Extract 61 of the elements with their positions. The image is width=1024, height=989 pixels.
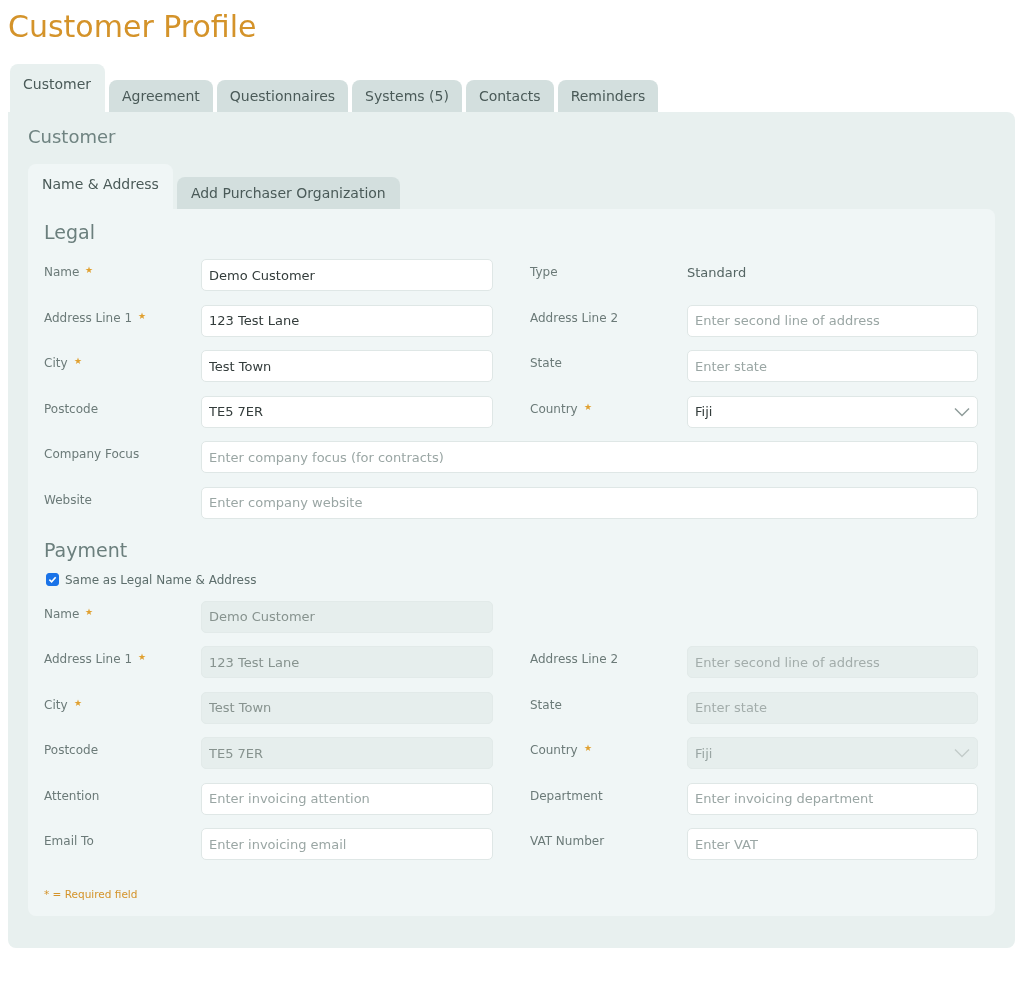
page-title: Customer Profile <box>8 8 258 46</box>
sub-tab[interactable]: Add Purchaser Organization <box>176 177 400 209</box>
field-label: Website <box>44 492 92 507</box>
tab[interactable]: Agreement <box>109 80 213 112</box>
required-star-icon <box>583 744 592 752</box>
required-star-icon <box>138 311 147 320</box>
text-field[interactable]: Enter VAT <box>687 828 978 860</box>
field-label: Name <box>44 265 80 279</box>
field-label: City <box>44 356 68 370</box>
field-label: Address Line 1 <box>44 310 133 325</box>
text-field[interactable]: Enter invoicing attention <box>201 782 493 815</box>
chevron-down-icon <box>954 748 970 758</box>
field-value: Standard <box>687 264 747 280</box>
tab[interactable]: Questionnaires <box>216 80 349 112</box>
text-field[interactable]: Demo Customer <box>201 259 493 291</box>
field-label: Address Line 2 <box>530 652 619 666</box>
country-select[interactable]: Fiji <box>687 395 978 428</box>
field-label: Postcode <box>44 401 99 416</box>
field-label: Company Focus <box>44 447 140 461</box>
chevron-down-icon <box>954 406 970 417</box>
checkbox-label: Same as Legal Name & Address <box>65 572 257 587</box>
checkmark-icon <box>48 575 57 584</box>
required-star-icon <box>85 266 94 274</box>
section-title: Payment <box>44 538 129 561</box>
required-star-icon <box>85 607 94 616</box>
text-field[interactable]: Enter second line of address <box>687 304 978 337</box>
text-field[interactable]: Enter invoicing email <box>201 828 493 860</box>
required-star-icon <box>73 698 82 707</box>
section-title: Legal <box>44 221 96 243</box>
required-star-icon <box>583 402 592 411</box>
checkbox[interactable] <box>46 573 59 586</box>
required-star-icon <box>73 357 82 365</box>
text-field[interactable]: Test Town <box>201 350 493 382</box>
text-field[interactable]: Enter invoicing department <box>687 782 978 815</box>
field-label: State <box>530 697 562 712</box>
field-label: Type <box>530 265 558 279</box>
required-field-note: * = Required field <box>44 888 139 900</box>
text-field[interactable]: 123 Test Lane <box>201 304 493 337</box>
sub-tab[interactable]: Name & Address <box>28 164 173 209</box>
field-label: Postcode <box>44 743 99 757</box>
field-label: Country <box>530 743 578 757</box>
field-label: VAT Number <box>530 834 605 848</box>
field-label: Address Line 1 <box>44 652 133 666</box>
text-field[interactable]: Enter company website <box>201 486 978 519</box>
tab[interactable]: Customer <box>10 64 105 112</box>
tab[interactable]: Systems (5) <box>352 80 462 112</box>
panel-title: Customer <box>28 126 117 147</box>
text-field[interactable]: Enter state <box>687 350 978 382</box>
field-label: Attention <box>44 788 100 803</box>
field-label: Department <box>530 788 603 803</box>
text-field[interactable]: TE5 7ER <box>201 395 493 428</box>
field-label: Address Line 2 <box>530 310 619 325</box>
field-label: City <box>44 697 68 712</box>
field-label: State <box>530 356 562 370</box>
text-field[interactable]: Enter company focus (for contracts) <box>201 441 978 473</box>
required-star-icon <box>138 653 147 661</box>
tab[interactable]: Contacts <box>465 80 554 112</box>
field-label: Email To <box>44 834 94 848</box>
field-label: Name <box>44 606 80 621</box>
tab[interactable]: Reminders <box>557 80 659 112</box>
field-label: Country <box>530 401 578 416</box>
